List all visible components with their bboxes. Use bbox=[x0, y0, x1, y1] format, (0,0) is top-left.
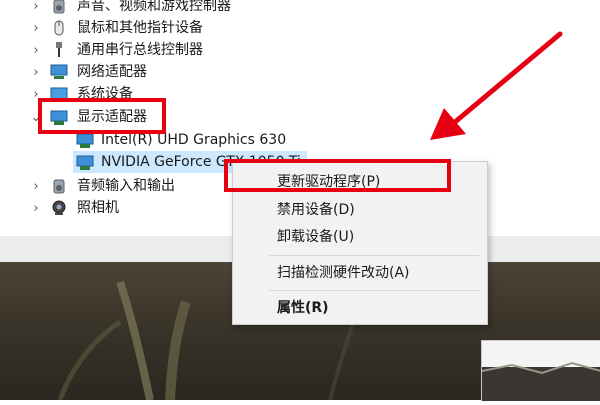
annotation-arrow-icon bbox=[430, 31, 563, 140]
